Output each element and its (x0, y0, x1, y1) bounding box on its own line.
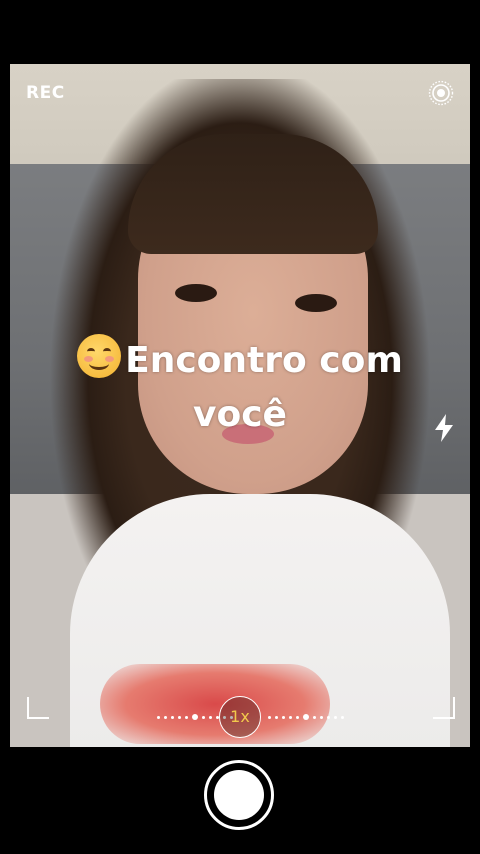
frame-corner-bottom-left (27, 697, 49, 719)
live-photo-icon[interactable] (428, 80, 454, 106)
shutter-inner (214, 770, 264, 820)
left-eye (175, 284, 217, 302)
shirt-print (100, 664, 330, 744)
caption-overlay: Encontro com você (40, 334, 440, 442)
zoom-scale-right[interactable] (268, 714, 344, 720)
zoom-level-button[interactable]: 1x (219, 696, 261, 738)
emoji-blush-right (105, 356, 115, 362)
zoom-label: 1x (230, 707, 250, 726)
rec-indicator: REC (26, 83, 65, 103)
right-eye (295, 294, 337, 312)
frame-corner-bottom-right (433, 697, 455, 719)
smiling-face-emoji-icon (77, 334, 122, 378)
shutter-button[interactable] (204, 760, 274, 830)
emoji-eye-right (103, 348, 112, 355)
emoji-blush-left (84, 356, 94, 362)
caption-text: Encontro com você (125, 340, 403, 435)
